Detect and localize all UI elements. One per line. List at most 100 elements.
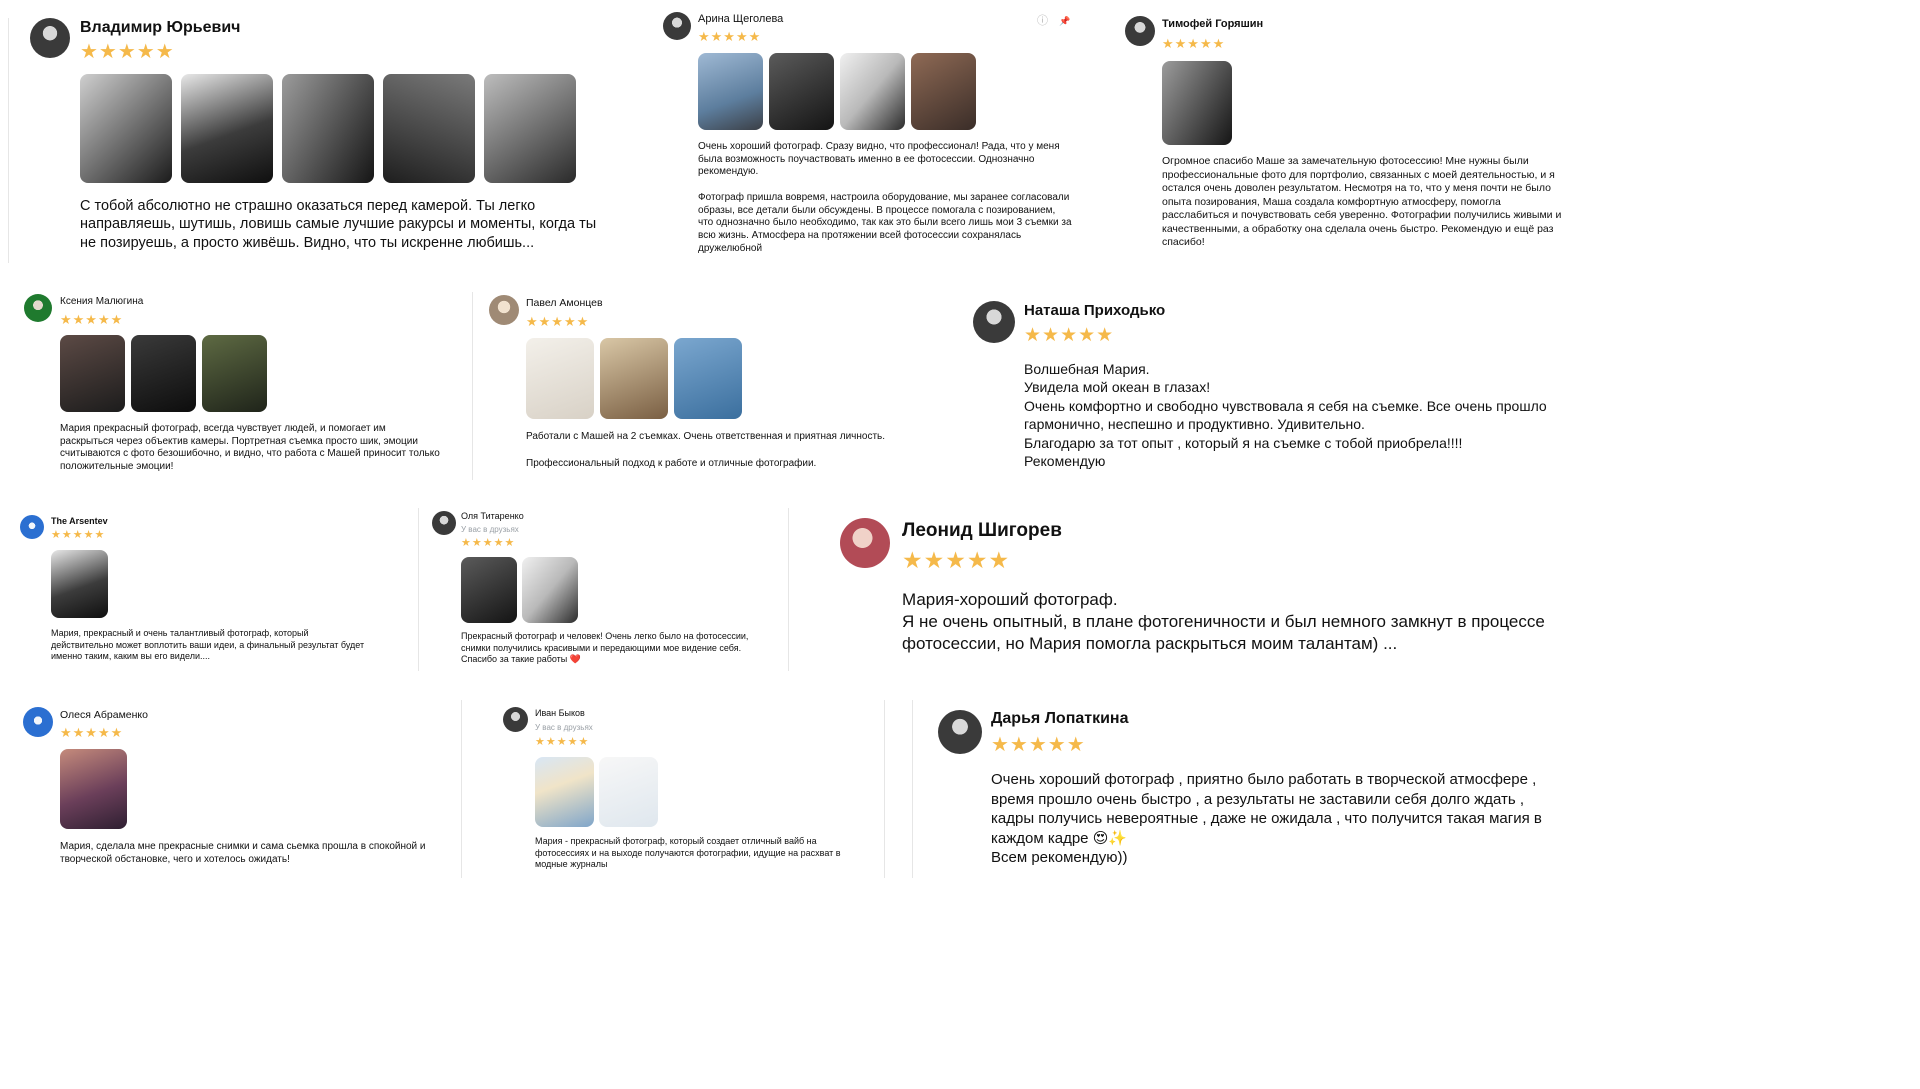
review-text: Прекрасный фотограф и человек! Очень лег… [461, 631, 771, 666]
photo-gallery [51, 550, 108, 618]
reviewer-name: Павел Амонцев [526, 297, 603, 309]
avatar [489, 295, 519, 325]
review-text: Огромное спасибо Маше за замечательную ф… [1162, 155, 1562, 249]
review-line: Рекомендую [1024, 453, 1106, 470]
photo-thumbnail[interactable] [282, 74, 374, 183]
photo-gallery [535, 757, 658, 827]
avatar [432, 511, 456, 535]
review-text-body: Очень хороший фотограф , приятно было ра… [991, 771, 1542, 847]
review-line: Я не очень опытный, в плане фотогеничнос… [902, 612, 1545, 654]
photo-gallery [80, 74, 576, 183]
photo-thumbnail[interactable] [769, 53, 834, 130]
photo-thumbnail[interactable] [674, 338, 742, 419]
review-line: Мария-хороший фотограф. [902, 590, 1118, 609]
review-line: Увидела мой океан в глазах! [1024, 379, 1211, 396]
avatar [938, 710, 982, 754]
rating-stars: ★★★★★ [1162, 36, 1226, 51]
avatar [20, 515, 44, 539]
photo-thumbnail[interactable] [484, 74, 576, 183]
photo-thumbnail[interactable] [522, 557, 578, 623]
photo-thumbnail[interactable] [383, 74, 475, 183]
review-text-body: Прекрасный фотограф и человек! Очень лег… [461, 631, 749, 665]
separator [418, 508, 419, 671]
reviewer-name: Владимир Юрьевич [80, 19, 241, 36]
rating-stars: ★★★★★ [698, 29, 762, 44]
rating-stars: ★★★★★ [1024, 325, 1115, 346]
review-line: Благодарю за тот опыт , который я на съе… [1024, 434, 1463, 451]
reviewer-name: Олеся Абраменко [60, 709, 148, 721]
photo-thumbnail[interactable] [1162, 61, 1232, 145]
separator [461, 700, 462, 878]
reviewer-name: Оля Титаренко [461, 511, 524, 521]
photo-gallery [461, 557, 578, 623]
reviewer-name: Дарья Лопаткина [991, 710, 1129, 727]
rating-stars: ★★★★★ [902, 547, 1011, 573]
avatar [503, 707, 528, 732]
review-text: Работали с Машей на 2 съемках. Очень отв… [526, 431, 886, 442]
photo-thumbnail[interactable] [840, 53, 905, 130]
avatar [23, 707, 53, 737]
rating-stars: ★★★★★ [535, 736, 590, 748]
avatar [30, 18, 70, 58]
photo-thumbnail[interactable] [80, 74, 172, 183]
rating-stars: ★★★★★ [51, 529, 106, 541]
photo-thumbnail[interactable] [60, 749, 127, 829]
photo-thumbnail[interactable] [461, 557, 517, 623]
separator [8, 18, 9, 263]
rating-stars: ★★★★★ [991, 734, 1086, 756]
photo-gallery [526, 338, 742, 419]
review-text: Очень хороший фотограф. Сразу видно, что… [698, 141, 1060, 178]
review-text: С тобой абсолютно не страшно оказаться п… [80, 198, 597, 251]
avatar [663, 12, 691, 40]
rating-stars: ★★★★★ [526, 314, 590, 329]
card-actions: ⓘ 📌 [1037, 12, 1070, 28]
review-text: Мария-хороший фотограф. Я не очень опытн… [902, 589, 1552, 655]
photo-gallery [698, 53, 976, 130]
photo-thumbnail[interactable] [202, 335, 267, 412]
review-text: Фотограф пришла вовремя, настроила обору… [698, 192, 1072, 254]
avatar [840, 518, 890, 568]
photo-gallery [60, 749, 127, 829]
separator [884, 700, 885, 878]
photo-thumbnail[interactable] [181, 74, 273, 183]
heart-emoji: ❤️ [569, 654, 581, 665]
review-text: Мария, сделала мне прекрасные снимки и с… [60, 841, 426, 865]
rating-stars: ★★★★★ [60, 312, 124, 327]
review-text: Профессиональный подход к работе и отлич… [526, 458, 817, 469]
rating-stars: ★★★★★ [80, 41, 175, 63]
photo-thumbnail[interactable] [600, 338, 668, 419]
rating-stars: ★★★★★ [60, 725, 124, 740]
avatar [1125, 16, 1155, 46]
photo-thumbnail[interactable] [60, 335, 125, 412]
separator [912, 700, 913, 878]
reviewer-name: Леонид Шигорев [902, 520, 1062, 541]
reviewer-name: Арина Щеголева [698, 13, 784, 25]
heart-eyes-emoji: 😍✨ [1092, 829, 1128, 847]
review-text: Волшебная Мария. Увидела мой океан в гла… [1024, 360, 1559, 471]
info-icon[interactable]: ⓘ [1037, 15, 1048, 27]
photo-thumbnail[interactable] [526, 338, 594, 419]
review-text: Мария, прекрасный и очень талантливый фо… [51, 628, 365, 662]
avatar [973, 301, 1015, 343]
photo-thumbnail[interactable] [698, 53, 763, 130]
review-text: Очень хороший фотограф , приятно было ра… [991, 770, 1561, 868]
photo-thumbnail[interactable] [51, 550, 108, 618]
photo-thumbnail[interactable] [599, 757, 658, 827]
review-line: Всем рекомендую)) [991, 849, 1128, 866]
review-text: Мария прекрасный фотограф, всегда чувств… [60, 423, 440, 473]
friend-status: У вас в друзьях [535, 723, 593, 732]
separator [472, 292, 473, 480]
reviewer-name: Ксения Малюгина [60, 296, 144, 307]
pin-icon[interactable]: 📌 [1059, 16, 1070, 26]
photo-gallery [60, 335, 267, 412]
photo-thumbnail[interactable] [535, 757, 594, 827]
review-line: Волшебная Мария. [1024, 361, 1150, 377]
friend-status: У вас в друзьях [461, 525, 519, 534]
photo-thumbnail[interactable] [131, 335, 196, 412]
reviewer-name: Тимофей Горяшин [1162, 18, 1264, 30]
reviewer-name: Иван Быков [535, 708, 585, 718]
review-line: Очень комфортно и свободно чувствовала я… [1024, 397, 1547, 433]
separator [788, 508, 789, 671]
photo-gallery [1162, 61, 1232, 145]
photo-thumbnail[interactable] [911, 53, 976, 130]
